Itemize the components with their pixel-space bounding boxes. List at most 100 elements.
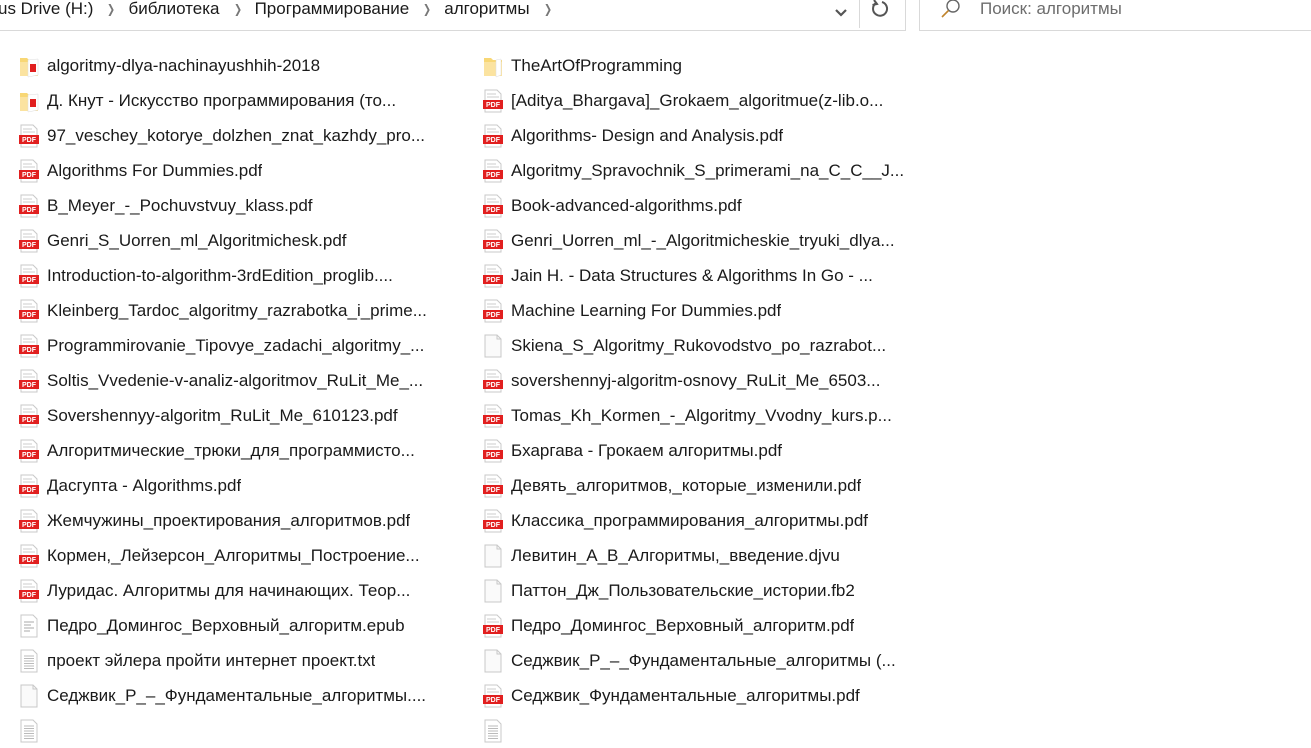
file-item[interactable]: PDF B_Meyer_-_Pochuvstvuy_klass.pdf	[0, 188, 313, 223]
file-name: Алгоритмические_трюки_для_программисто..…	[47, 440, 415, 460]
folder-item[interactable]: Д. Кнут - Искусство программирования (то…	[0, 83, 396, 118]
file-icon	[18, 684, 40, 708]
svg-text:PDF: PDF	[486, 452, 501, 459]
search-box[interactable]	[919, 0, 1311, 31]
file-item[interactable]: PDF Классика_программирования_алгоритмы.p…	[464, 503, 868, 538]
file-item[interactable]: PDF Седжвик_Фундаментальные_алгоритмы.pdf	[464, 678, 860, 713]
svg-text:PDF: PDF	[22, 277, 37, 284]
file-name: Soltis_Vvedenie-v-analiz-algoritmov_RuLi…	[47, 370, 424, 390]
file-item[interactable]: PDF Kleinberg_Tardoc_algoritmy_razrabotka…	[0, 293, 427, 328]
address-history-dropdown[interactable]	[824, 0, 858, 28]
breadcrumb-algorithms[interactable]: алгоритмы	[444, 0, 529, 19]
file-item[interactable]: PDF 97_veschey_kotorye_dolzhen_znat_kazhd…	[0, 118, 425, 153]
search-icon	[941, 0, 960, 18]
file-item[interactable]: PDF Machine Learning For Dummies.pdf	[464, 293, 781, 328]
file-icon	[482, 579, 504, 603]
file-name: Бхаргава - Грокаем алгоритмы.pdf	[511, 440, 783, 460]
pdf-file-icon: PDF	[18, 229, 40, 253]
file-item[interactable]: PDF Programmirovanie_Tipovye_zadachi_algo…	[0, 328, 424, 363]
search-input[interactable]	[980, 0, 1300, 20]
pdf-file-icon: PDF	[18, 544, 40, 568]
breadcrumb: us Drive (H:) ❯ библиотека ❯ Программиро…	[0, 0, 565, 20]
file-item[interactable]: PDF sovershennyj-algoritm-osnovy_RuLit_Me…	[464, 363, 880, 398]
pdf-file-icon: PDF	[18, 369, 40, 393]
file-item[interactable]: PDF Дасгупта - Algorithms.pdf	[0, 468, 241, 503]
file-item[interactable]: PDF Луридас. Алгоритмы для начинающих. Те…	[0, 573, 410, 608]
file-item[interactable]: PDF Algorithms- Design and Analysis.pdf	[464, 118, 783, 153]
file-item[interactable]: PDF Introduction-to-algorithm-3rdEdition_…	[0, 258, 393, 293]
file-item[interactable]: PDF Soltis_Vvedenie-v-analiz-algoritmov_R…	[0, 363, 423, 398]
file-item[interactable]: PDF Алгоритмические_трюки_для_программист…	[0, 433, 415, 468]
file-item[interactable]: PDF Девять_алгоритмов,_которые_изменили.p…	[464, 468, 861, 503]
file-icon	[482, 334, 504, 358]
file-item[interactable]: проект эйлера пройти интернет проект.txt	[0, 643, 375, 678]
file-name: Седжвик_Фундаментальные_алгоритмы.pdf	[511, 685, 860, 705]
chevron-right-icon[interactable]: ❯	[544, 2, 552, 16]
folder-item[interactable]: TheArtOfProgramming	[464, 48, 682, 83]
file-item[interactable]: Седжвик_Р_–_Фундаментальные_алгоритмы (.…	[464, 643, 896, 678]
svg-text:PDF: PDF	[22, 382, 37, 389]
breadcrumb-library[interactable]: библиотека	[128, 0, 219, 19]
folder-icon	[18, 54, 40, 78]
file-name: Machine Learning For Dummies.pdf	[511, 300, 782, 320]
file-item[interactable]: PDF Педро_Домингос_Верховный_алгоритм.pdf	[464, 608, 854, 643]
breadcrumb-drive[interactable]: us Drive (H:)	[0, 0, 93, 19]
file-name: Седжвик_Р_–_Фундаментальные_алгоритмы...…	[47, 685, 427, 705]
pdf-file-icon: PDF	[482, 474, 504, 498]
file-item[interactable]: Левитин_А_В_Алгоритмы,_введение.djvu	[464, 538, 840, 573]
file-name: Педро_Домингос_Верховный_алгоритм.pdf	[511, 615, 855, 635]
svg-text:PDF: PDF	[486, 172, 501, 179]
file-item[interactable]: PDF [Aditya_Bhargava]_Grokaem_algoritmue(…	[464, 83, 883, 118]
pdf-file-icon: PDF	[18, 194, 40, 218]
file-item[interactable]: PDF Genri_Uorren_ml_-_Algoritmicheskie_tr…	[464, 223, 895, 258]
file-name: Kleinberg_Tardoc_algoritmy_razrabotka_i_…	[47, 300, 427, 320]
svg-text:PDF: PDF	[22, 312, 37, 319]
address-bar[interactable]: us Drive (H:) ❯ библиотека ❯ Программиро…	[0, 0, 906, 31]
file-name: Tomas_Kh_Kormen_-_Algoritmy_Vvodny_kurs.…	[511, 405, 892, 425]
folder-item[interactable]: algoritmy-dlya-nachinayushhih-2018	[0, 48, 320, 83]
file-item[interactable]: PDF Jain H. - Data Structures & Algorithm…	[464, 258, 873, 293]
file-item[interactable]: PDF Tomas_Kh_Kormen_-_Algoritmy_Vvodny_ku…	[464, 398, 892, 433]
file-item[interactable]: Педро_Домингос_Верховный_алгоритм.epub	[0, 608, 405, 643]
file-name: Programmirovanie_Tipovye_zadachi_algorit…	[47, 335, 425, 355]
pdf-file-icon: PDF	[482, 194, 504, 218]
file-item[interactable]: PDF Algorithms For Dummies.pdf	[0, 153, 262, 188]
chevron-right-icon[interactable]: ❯	[234, 2, 242, 16]
text-file-icon	[18, 719, 40, 743]
svg-text:PDF: PDF	[22, 137, 37, 144]
breadcrumb-programming[interactable]: Программирование	[255, 0, 410, 19]
pdf-file-icon: PDF	[18, 264, 40, 288]
file-item[interactable]: Паттон_Дж_Пользовательские_истории.fb2	[464, 573, 855, 608]
folder-icon	[482, 54, 504, 78]
pdf-file-icon: PDF	[18, 334, 40, 358]
chevron-right-icon[interactable]: ❯	[423, 2, 431, 16]
file-item[interactable]: PDF Жемчужины_проектирования_алгоритмов.p…	[0, 503, 410, 538]
file-item[interactable]: PDF Genri_S_Uorren_ml_Algoritmichesk.pdf	[0, 223, 347, 258]
file-item[interactable]	[464, 713, 511, 748]
file-item[interactable]: PDF Бхаргава - Грокаем алгоритмы.pdf	[464, 433, 782, 468]
svg-text:PDF: PDF	[486, 522, 501, 529]
file-item[interactable]	[0, 713, 47, 748]
file-name: Algorithms For Dummies.pdf	[47, 160, 263, 180]
pdf-file-icon: PDF	[482, 614, 504, 638]
svg-text:PDF: PDF	[22, 242, 37, 249]
pdf-file-icon: PDF	[18, 439, 40, 463]
file-name: Introduction-to-algorithm-3rdEdition_pro…	[47, 265, 393, 285]
file-name: Классика_программирования_алгоритмы.pdf	[511, 510, 868, 530]
chevron-right-icon[interactable]: ❯	[107, 2, 115, 16]
file-item[interactable]: Седжвик_Р_–_Фундаментальные_алгоритмы...…	[0, 678, 426, 713]
file-item[interactable]: Skiena_S_Algoritmy_Rukovodstvo_po_razrab…	[464, 328, 886, 363]
file-name: 97_veschey_kotorye_dolzhen_znat_kazhdy_p…	[47, 125, 426, 145]
file-item[interactable]: PDF Sovershennyy-algoritm_RuLit_Me_610123…	[0, 398, 398, 433]
pdf-file-icon: PDF	[18, 474, 40, 498]
file-name: B_Meyer_-_Pochuvstvuy_klass.pdf	[47, 195, 313, 215]
refresh-button[interactable]	[864, 0, 898, 20]
file-item[interactable]: PDF Book-advanced-algorithms.pdf	[464, 188, 742, 223]
svg-text:PDF: PDF	[486, 207, 501, 214]
file-item[interactable]: PDF Algoritmy_Spravochnik_S_primerami_na_…	[464, 153, 904, 188]
svg-text:PDF: PDF	[22, 557, 37, 564]
file-item[interactable]: PDF Кормен,_Лейзерсон_Алгоритмы_Построени…	[0, 538, 420, 573]
file-name: Левитин_А_В_Алгоритмы,_введение.djvu	[511, 545, 840, 565]
pdf-file-icon: PDF	[18, 579, 40, 603]
pdf-file-icon: PDF	[482, 509, 504, 533]
